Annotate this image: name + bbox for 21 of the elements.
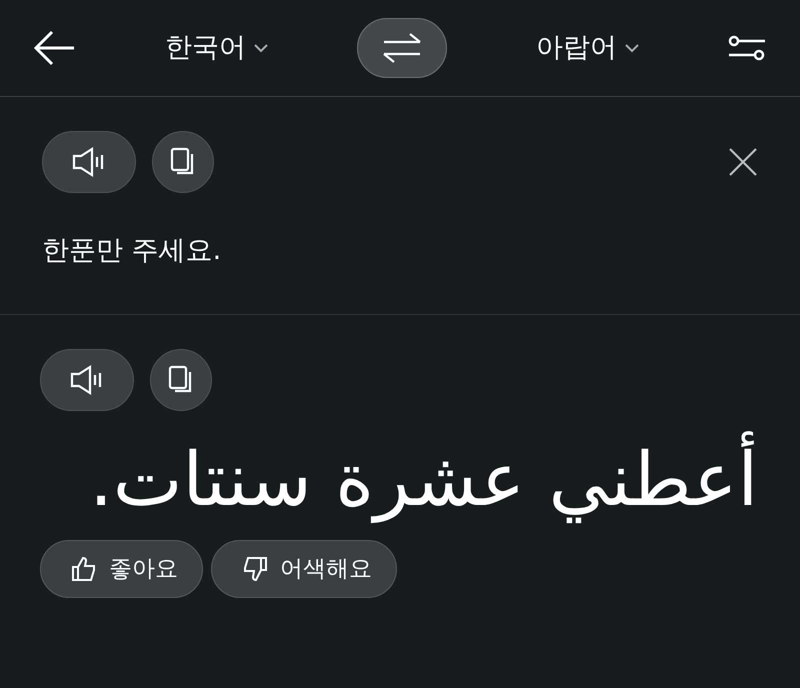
thumbs-up-icon: [71, 556, 97, 582]
clear-button[interactable]: [728, 147, 758, 177]
copy-icon: [168, 365, 194, 395]
thumbs-down-icon: [242, 556, 268, 582]
swap-icon: [382, 33, 422, 63]
settings-button[interactable]: [728, 33, 766, 63]
back-button[interactable]: [34, 30, 76, 66]
copy-icon: [170, 147, 196, 177]
speaker-icon: [70, 365, 104, 395]
close-icon: [728, 147, 758, 177]
settings-sliders-icon: [728, 33, 766, 63]
source-language-dropdown[interactable]: 한국어: [165, 28, 268, 68]
back-icon: [34, 30, 76, 66]
chevron-down-icon: [254, 44, 268, 52]
translated-text: أعطني عشرة سنتات.: [89, 425, 758, 536]
dislike-button[interactable]: 어색해요: [211, 540, 397, 598]
chevron-down-icon: [625, 44, 639, 52]
source-text: 한푼만 주세요.: [42, 234, 222, 268]
speaker-icon: [72, 147, 106, 177]
target-language-dropdown[interactable]: 아랍어: [536, 28, 639, 68]
like-button[interactable]: 좋아요: [40, 540, 203, 598]
